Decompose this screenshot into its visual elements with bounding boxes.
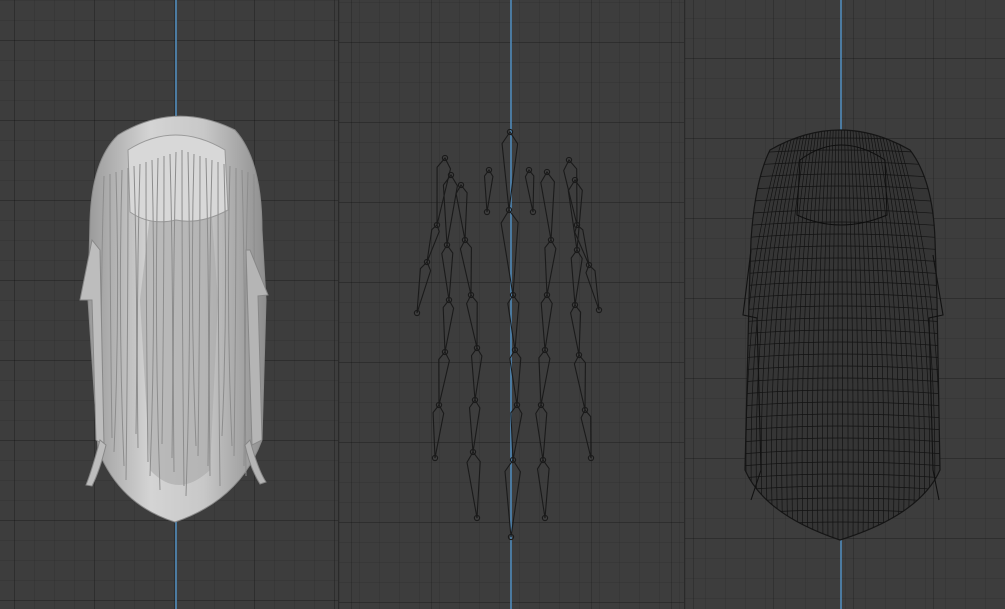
bone[interactable] <box>507 294 520 351</box>
bone[interactable] <box>459 239 472 296</box>
bone[interactable] <box>455 184 468 241</box>
bone[interactable] <box>535 404 548 461</box>
bone[interactable] <box>509 349 522 406</box>
bone[interactable] <box>468 399 481 453</box>
bone[interactable] <box>432 404 445 459</box>
bone[interactable] <box>563 159 578 226</box>
bone[interactable] <box>567 179 583 251</box>
bone[interactable] <box>570 304 582 356</box>
bone[interactable] <box>466 451 481 519</box>
bone[interactable] <box>544 239 557 296</box>
bone[interactable] <box>573 354 586 411</box>
bone[interactable] <box>538 349 551 406</box>
viewport-wireframe[interactable] <box>685 0 1005 609</box>
bone[interactable] <box>466 294 478 349</box>
viewport-armature[interactable] <box>339 0 684 609</box>
bone[interactable] <box>585 264 600 311</box>
bone[interactable] <box>504 459 521 538</box>
bone[interactable] <box>536 459 550 519</box>
solid-hair-mesh[interactable] <box>0 0 338 609</box>
bone[interactable] <box>524 169 535 213</box>
bone[interactable] <box>483 169 494 213</box>
bone[interactable] <box>438 351 450 406</box>
bone[interactable] <box>540 294 553 351</box>
bone[interactable] <box>426 224 440 263</box>
bone[interactable] <box>540 171 555 241</box>
bone[interactable] <box>442 299 455 353</box>
viewport-solid[interactable] <box>0 0 338 609</box>
bone[interactable] <box>416 261 432 314</box>
bone[interactable] <box>500 209 519 296</box>
bone[interactable] <box>580 409 592 459</box>
bone[interactable] <box>510 404 523 461</box>
hair-armature[interactable] <box>339 0 684 609</box>
bone[interactable] <box>570 249 583 306</box>
bone[interactable] <box>470 347 483 401</box>
wireframe-hair-mesh[interactable] <box>685 0 1005 609</box>
wire-loop <box>745 130 940 131</box>
bone[interactable] <box>441 244 454 301</box>
bone[interactable] <box>442 174 458 246</box>
bone[interactable] <box>501 131 519 211</box>
